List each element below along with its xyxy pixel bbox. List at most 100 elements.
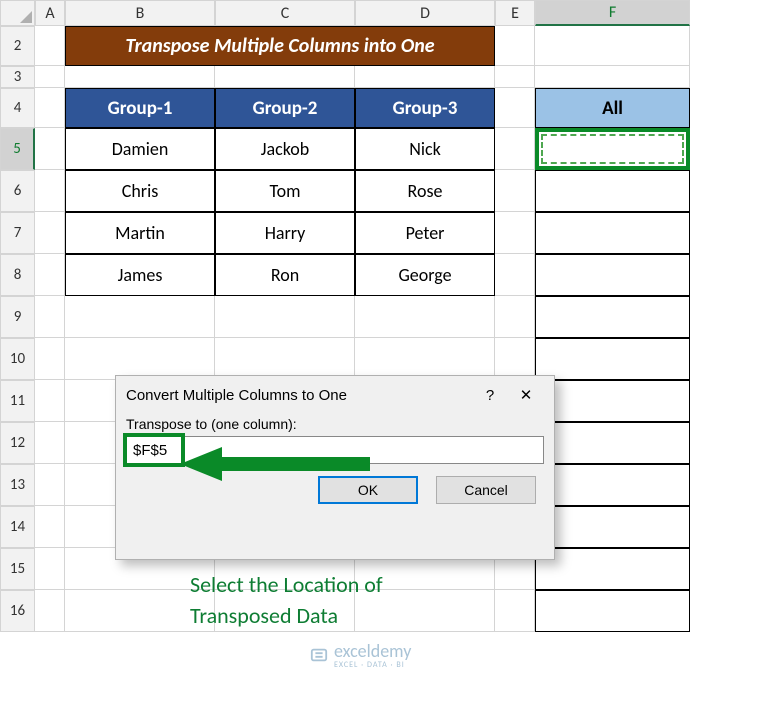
header-group3: Group-3 — [355, 88, 495, 128]
cell-E4[interactable] — [495, 88, 535, 128]
watermark: exceldemy EXCEL · DATA · BI — [310, 640, 411, 670]
row-5[interactable]: 5 — [0, 128, 35, 170]
cell-C5[interactable]: Jackob — [215, 128, 355, 170]
cell-E8[interactable] — [495, 254, 535, 296]
cell-C7[interactable]: Harry — [215, 212, 355, 254]
cell-F5-selected[interactable] — [535, 128, 690, 170]
cell-F15[interactable] — [535, 548, 690, 590]
row-8[interactable]: 8 — [0, 254, 35, 296]
destination-input[interactable] — [126, 436, 544, 464]
cell-A15[interactable] — [35, 548, 65, 590]
cell-B7[interactable]: Martin — [65, 212, 215, 254]
col-E[interactable]: E — [495, 0, 535, 26]
cell-A3[interactable] — [35, 66, 65, 88]
cell-A4[interactable] — [35, 88, 65, 128]
close-button[interactable]: ✕ — [508, 382, 544, 408]
annotation-text: Select the Location of Transposed Data — [190, 570, 383, 632]
col-B[interactable]: B — [65, 0, 215, 26]
cell-B9[interactable] — [65, 296, 215, 338]
row-7[interactable]: 7 — [0, 212, 35, 254]
cell-F13[interactable] — [535, 464, 690, 506]
col-A[interactable]: A — [35, 0, 65, 26]
cell-F16[interactable] — [535, 590, 690, 632]
dialog-label: Transpose to (one column): — [116, 414, 554, 436]
row-15[interactable]: 15 — [0, 548, 35, 590]
col-F[interactable]: F — [535, 0, 690, 26]
cell-B10[interactable] — [65, 338, 215, 380]
annotation-line1: Select the Location of — [190, 571, 383, 598]
cell-A11[interactable] — [35, 380, 65, 422]
cell-E6[interactable] — [495, 170, 535, 212]
cell-A8[interactable] — [35, 254, 65, 296]
cell-A12[interactable] — [35, 422, 65, 464]
select-all-corner[interactable] — [0, 0, 35, 26]
cell-F2[interactable] — [535, 26, 690, 66]
cell-A7[interactable] — [35, 212, 65, 254]
cell-D9[interactable] — [355, 296, 495, 338]
cell-A13[interactable] — [35, 464, 65, 506]
ok-button[interactable]: OK — [318, 476, 418, 504]
cell-D6[interactable]: Rose — [355, 170, 495, 212]
cell-C9[interactable] — [215, 296, 355, 338]
cell-D8[interactable]: George — [355, 254, 495, 296]
watermark-brand: exceldemy — [334, 640, 411, 662]
cell-B6[interactable]: Chris — [65, 170, 215, 212]
cell-D5[interactable]: Nick — [355, 128, 495, 170]
title-banner: Transpose Multiple Columns into One — [65, 26, 495, 66]
cell-F7[interactable] — [535, 212, 690, 254]
cell-B8[interactable]: James — [65, 254, 215, 296]
cell-F6[interactable] — [535, 170, 690, 212]
cell-E16[interactable] — [495, 590, 535, 632]
annotation-line2: Transposed Data — [190, 602, 338, 629]
cell-E10[interactable] — [495, 338, 535, 380]
col-C[interactable]: C — [215, 0, 355, 26]
cell-F11[interactable] — [535, 380, 690, 422]
row-9[interactable]: 9 — [0, 296, 35, 338]
cell-C10[interactable] — [215, 338, 355, 380]
cell-A10[interactable] — [35, 338, 65, 380]
row-16[interactable]: 16 — [0, 590, 35, 632]
row-10[interactable]: 10 — [0, 338, 35, 380]
row-13[interactable]: 13 — [0, 464, 35, 506]
cell-B3[interactable] — [65, 66, 215, 88]
cell-E2[interactable] — [495, 26, 535, 66]
cell-D3[interactable] — [355, 66, 495, 88]
cell-A5[interactable] — [35, 128, 65, 170]
cell-F9[interactable] — [535, 296, 690, 338]
cell-A6[interactable] — [35, 170, 65, 212]
header-all: All — [535, 88, 690, 128]
row-14[interactable]: 14 — [0, 506, 35, 548]
cell-E5[interactable] — [495, 128, 535, 170]
cell-F10[interactable] — [535, 338, 690, 380]
cell-D7[interactable]: Peter — [355, 212, 495, 254]
help-button[interactable]: ? — [472, 382, 508, 408]
cell-F14[interactable] — [535, 506, 690, 548]
cell-C6[interactable]: Tom — [215, 170, 355, 212]
input-dialog: Convert Multiple Columns to One ? ✕ Tran… — [115, 375, 555, 560]
cell-D10[interactable] — [355, 338, 495, 380]
row-12[interactable]: 12 — [0, 422, 35, 464]
header-group1: Group-1 — [65, 88, 215, 128]
cell-F3[interactable] — [535, 66, 690, 88]
cancel-button[interactable]: Cancel — [436, 476, 536, 504]
row-6[interactable]: 6 — [0, 170, 35, 212]
row-2[interactable]: 2 — [0, 26, 35, 66]
cell-A2[interactable] — [35, 26, 65, 66]
cell-B5[interactable]: Damien — [65, 128, 215, 170]
row-3[interactable]: 3 — [0, 66, 35, 88]
cell-E3[interactable] — [495, 66, 535, 88]
row-4[interactable]: 4 — [0, 88, 35, 128]
cell-A9[interactable] — [35, 296, 65, 338]
col-D[interactable]: D — [355, 0, 495, 26]
cell-F8[interactable] — [535, 254, 690, 296]
cell-C8[interactable]: Ron — [215, 254, 355, 296]
cell-F12[interactable] — [535, 422, 690, 464]
cell-E7[interactable] — [495, 212, 535, 254]
row-11[interactable]: 11 — [0, 380, 35, 422]
cell-E9[interactable] — [495, 296, 535, 338]
cell-A14[interactable] — [35, 506, 65, 548]
cell-C3[interactable] — [215, 66, 355, 88]
cell-A16[interactable] — [35, 590, 65, 632]
dialog-title: Convert Multiple Columns to One — [126, 387, 347, 404]
header-group2: Group-2 — [215, 88, 355, 128]
